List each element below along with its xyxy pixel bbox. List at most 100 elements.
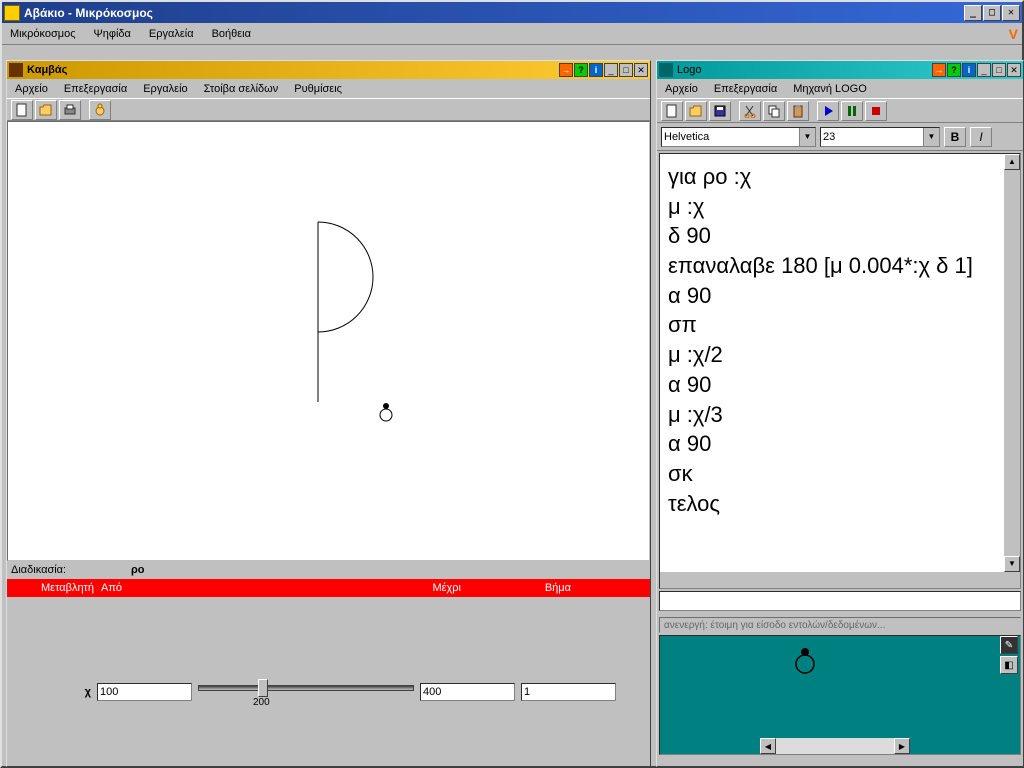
logo-icon xyxy=(659,63,673,77)
turtle-tool-button[interactable] xyxy=(89,100,111,120)
chevron-down-icon[interactable]: ▼ xyxy=(923,128,939,146)
from-input[interactable] xyxy=(97,683,192,701)
canvas-arrow-button[interactable]: → xyxy=(559,63,573,77)
turtle-side-buttons: ✎ ◧ xyxy=(1000,636,1020,676)
pen-button[interactable]: ✎ xyxy=(1000,636,1018,654)
menu-component[interactable]: Ψηφίδα xyxy=(90,26,135,42)
logo-status-text: ανενεργή: έτοιμη για είσοδο εντολών/δεδο… xyxy=(664,620,885,631)
logo-open-button[interactable] xyxy=(685,101,707,121)
new-button[interactable] xyxy=(11,100,33,120)
menu-help[interactable]: Βοήθεια xyxy=(208,26,255,42)
step-input[interactable] xyxy=(521,683,616,701)
fontsize-select[interactable]: 23 ▼ xyxy=(820,127,940,147)
to-input[interactable] xyxy=(420,683,515,701)
open-icon xyxy=(689,104,703,118)
main-menu: Μικρόκοσμος Ψηφίδα Εργαλεία Βοήθεια V xyxy=(2,23,1022,45)
font-value: Helvetica xyxy=(664,131,709,143)
logo-new-button[interactable] xyxy=(661,101,683,121)
maximize-button[interactable]: □ xyxy=(983,5,1001,21)
canvas-maximize-button[interactable]: □ xyxy=(619,63,633,77)
editor-scrollbar-h[interactable]: ◀ ▶ xyxy=(660,572,1004,588)
logo-command-input-row xyxy=(659,591,1021,615)
canvas-icon xyxy=(9,63,23,77)
canvas-area[interactable] xyxy=(7,121,650,561)
canvas-menu-file[interactable]: Αρχείο xyxy=(11,81,52,97)
logo-maximize-button[interactable]: □ xyxy=(992,63,1006,77)
logo-pause-button[interactable] xyxy=(841,101,863,121)
app-title: Αβάκιο - Μικρόκοσμος xyxy=(24,6,963,20)
variable-name: χ xyxy=(11,686,91,698)
logo-run-button[interactable] xyxy=(817,101,839,121)
italic-button[interactable]: I xyxy=(970,127,992,147)
logo-title: Logo xyxy=(677,64,931,76)
logo-menu-engine[interactable]: Μηχανή LOGO xyxy=(789,81,871,97)
logo-info-button[interactable]: i xyxy=(962,63,976,77)
open-button[interactable] xyxy=(35,100,57,120)
logo-copy-button[interactable] xyxy=(763,101,785,121)
logo-save-button[interactable] xyxy=(709,101,731,121)
slider-thumb[interactable] xyxy=(258,679,268,697)
scroll-right-button[interactable]: ▶ xyxy=(894,738,910,754)
logo-cut-button[interactable] xyxy=(739,101,761,121)
logo-stop-button[interactable] xyxy=(865,101,887,121)
scroll-up-button[interactable]: ▲ xyxy=(1004,154,1020,170)
chevron-down-icon[interactable]: ▼ xyxy=(799,128,815,146)
canvas-toolbar xyxy=(7,99,650,121)
slider[interactable]: 200 xyxy=(198,677,414,707)
v-icon: V xyxy=(1009,26,1018,42)
menu-tools[interactable]: Εργαλεία xyxy=(145,26,198,42)
minimize-button[interactable]: _ xyxy=(964,5,982,21)
col-step: Βήμα xyxy=(461,582,571,594)
scroll-down-button[interactable]: ▼ xyxy=(1004,556,1020,572)
canvas-menu-tool[interactable]: Εργαλείο xyxy=(139,81,191,97)
menu-microcosm[interactable]: Μικρόκοσμος xyxy=(6,26,80,42)
logo-turtle-area: ✎ ◧ ◀ ▶ xyxy=(659,635,1021,755)
cut-icon xyxy=(743,104,757,118)
canvas-minimize-button[interactable]: _ xyxy=(604,63,618,77)
logo-menu-file[interactable]: Αρχείο xyxy=(661,81,702,97)
turtle-icon xyxy=(790,644,820,674)
logo-titlebar: Logo → ? i _ □ ✕ xyxy=(657,61,1023,79)
canvas-help-button[interactable]: ? xyxy=(574,63,588,77)
scroll-left-button[interactable]: ◀ xyxy=(760,738,776,754)
print-button[interactable] xyxy=(59,100,81,120)
logo-paste-button[interactable] xyxy=(787,101,809,121)
col-from: Από xyxy=(101,582,151,594)
eraser-button[interactable]: ◧ xyxy=(1000,656,1018,674)
canvas-window: Καμβάς → ? i _ □ ✕ Αρχείο Επεξεργασία Ερ… xyxy=(6,60,651,767)
canvas-close-button[interactable]: ✕ xyxy=(634,63,648,77)
logo-menu-edit[interactable]: Επεξεργασία xyxy=(710,81,781,97)
canvas-menu: Αρχείο Επεξεργασία Εργαλείο Στοίβα σελίδ… xyxy=(7,79,650,99)
turtle-scrollbar[interactable]: ◀ ▶ xyxy=(760,738,910,754)
slider-bar xyxy=(198,685,414,691)
logo-minimize-button[interactable]: _ xyxy=(977,63,991,77)
canvas-info-button[interactable]: i xyxy=(589,63,603,77)
app-icon xyxy=(4,5,20,21)
canvas-menu-stack[interactable]: Στοίβα σελίδων xyxy=(200,81,283,97)
pause-icon xyxy=(845,104,859,118)
logo-command-input[interactable] xyxy=(659,591,1021,611)
new-icon xyxy=(665,104,679,118)
col-variable: Μεταβλητή xyxy=(11,582,101,594)
logo-arrow-button[interactable]: → xyxy=(932,63,946,77)
logo-help-button[interactable]: ? xyxy=(947,63,961,77)
canvas-drawing xyxy=(8,122,648,562)
font-select[interactable]: Helvetica ▼ xyxy=(661,127,816,147)
fontsize-value: 23 xyxy=(823,131,835,143)
procedure-label: Διαδικασία: xyxy=(11,564,131,576)
logo-code-editor[interactable]: για ρο :χ μ :χ δ 90 επαναλαβε 180 [μ 0.0… xyxy=(659,153,1021,589)
slider-tick-label: 200 xyxy=(253,697,270,708)
canvas-menu-edit[interactable]: Επεξεργασία xyxy=(60,81,131,97)
canvas-menu-settings[interactable]: Ρυθμίσεις xyxy=(290,81,346,97)
logo-close-button[interactable]: ✕ xyxy=(1007,63,1021,77)
canvas-titlebar: Καμβάς → ? i _ □ ✕ xyxy=(7,61,650,79)
stop-icon xyxy=(869,104,883,118)
bold-button[interactable]: B xyxy=(944,127,966,147)
new-icon xyxy=(15,103,29,117)
close-button[interactable]: ✕ xyxy=(1002,5,1020,21)
editor-scrollbar-v[interactable]: ▲ ▼ xyxy=(1004,154,1020,588)
procedure-name: ρο xyxy=(131,564,145,576)
logo-toolbar xyxy=(657,99,1023,123)
logo-menu: Αρχείο Επεξεργασία Μηχανή LOGO xyxy=(657,79,1023,99)
play-icon xyxy=(821,104,835,118)
